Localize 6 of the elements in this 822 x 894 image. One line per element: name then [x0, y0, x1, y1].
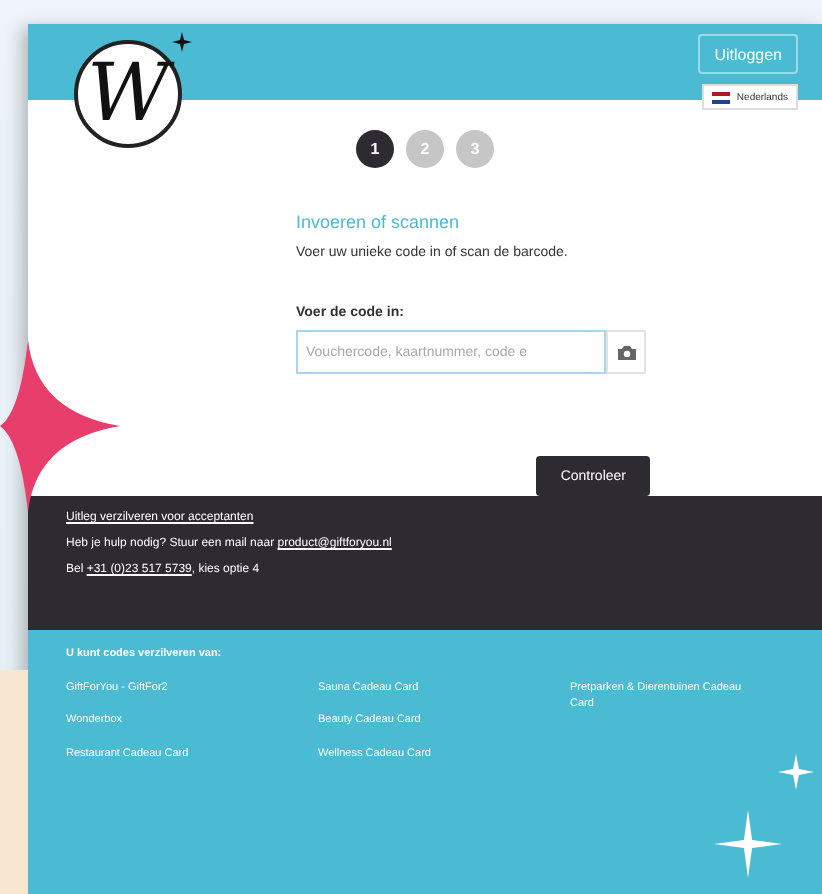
- logo: W: [74, 40, 182, 148]
- step-indicator: 2: [406, 130, 444, 168]
- step-indicator: 1: [356, 130, 394, 168]
- step-indicator: 3: [456, 130, 494, 168]
- form-title: Invoeren of scannen: [296, 212, 462, 232]
- logout-button[interactable]: Uitloggen: [698, 34, 798, 74]
